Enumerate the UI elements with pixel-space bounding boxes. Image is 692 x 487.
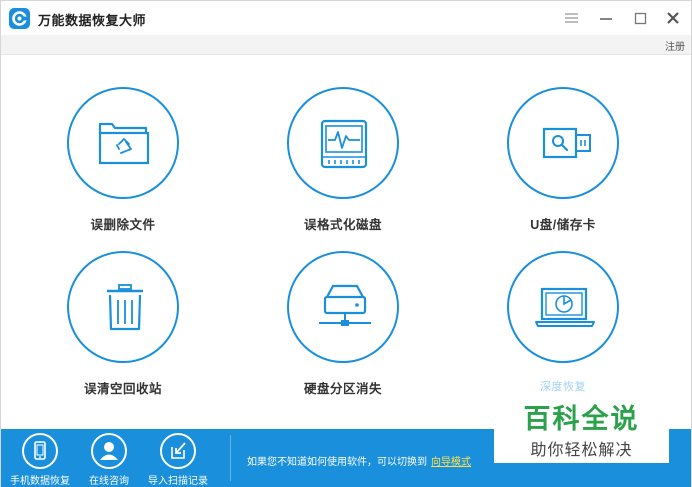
maximize-icon[interactable] bbox=[628, 7, 652, 29]
tile-label: 误清空回收站 bbox=[83, 382, 162, 396]
sub-toolbar: 注册 bbox=[1, 35, 691, 55]
tile-circle bbox=[287, 251, 399, 363]
tile-emptied-recycle-bin[interactable]: 误清空回收站 bbox=[53, 251, 193, 397]
tile-formatted-disk[interactable]: 误格式化磁盘 bbox=[273, 87, 413, 233]
bottom-ring bbox=[91, 433, 127, 469]
close-icon[interactable] bbox=[661, 7, 685, 29]
tile-label: 硬盘分区消失 bbox=[303, 382, 382, 396]
trash-bin-icon bbox=[107, 284, 143, 331]
tile-deleted-files[interactable]: 误删除文件 bbox=[53, 87, 193, 233]
tile-circle bbox=[67, 87, 179, 199]
phone-recovery-button[interactable]: 手机数据恢复 bbox=[5, 433, 75, 487]
tile-circle bbox=[507, 87, 619, 199]
tile-label: U盘/储存卡 bbox=[530, 218, 596, 232]
tile-usb-card[interactable]: U盘/储存卡 bbox=[493, 87, 633, 233]
import-icon bbox=[171, 442, 186, 459]
bottom-ring bbox=[160, 433, 196, 469]
mode-tip: 如果您不知道如何使用软件，可以切换到 向导模式 bbox=[247, 453, 471, 468]
bottom-item-label: 手机数据恢复 bbox=[10, 476, 70, 487]
app-title: 万能数据恢复大师 bbox=[38, 13, 147, 28]
watermark-title: 百科全说 bbox=[523, 404, 640, 434]
title-bar: 万能数据恢复大师 bbox=[1, 1, 691, 35]
guide-mode-link[interactable]: 向导模式 bbox=[431, 457, 471, 468]
tile-label: 深度恢复 bbox=[540, 381, 586, 393]
tile-circle bbox=[507, 251, 619, 363]
watermark-subtitle: 助你轻松解决 bbox=[530, 442, 633, 459]
recycle-folder-icon bbox=[98, 122, 150, 165]
tile-circle bbox=[67, 251, 179, 363]
import-scan-record-button[interactable]: 导入扫描记录 bbox=[143, 433, 213, 487]
disk-pulse-icon bbox=[320, 119, 368, 169]
usb-drive-icon bbox=[542, 127, 591, 159]
register-link[interactable]: 注册 bbox=[665, 38, 685, 53]
bottom-item-label: 导入扫描记录 bbox=[148, 476, 208, 487]
mode-tip-text: 如果您不知道如何使用软件，可以切换到 bbox=[247, 457, 427, 468]
laptop-scan-icon bbox=[535, 287, 595, 327]
bottom-item-label: 在线咨询 bbox=[89, 476, 129, 487]
minimize-icon[interactable] bbox=[594, 7, 618, 29]
app-logo-icon bbox=[9, 8, 30, 29]
bottom-ring bbox=[22, 433, 58, 469]
phone-icon bbox=[34, 441, 46, 460]
online-consult-button[interactable]: 在线咨询 bbox=[74, 433, 144, 487]
tile-circle bbox=[287, 87, 399, 199]
tile-label: 误格式化磁盘 bbox=[303, 218, 382, 232]
person-icon bbox=[100, 442, 118, 460]
tile-label: 误删除文件 bbox=[90, 218, 156, 232]
watermark: 百科全说 助你轻松解决 bbox=[494, 395, 669, 463]
tile-deep-recovery[interactable]: 深度恢复 bbox=[493, 251, 633, 394]
menu-icon[interactable] bbox=[559, 7, 583, 29]
network-drive-icon bbox=[319, 284, 371, 326]
bottom-divider bbox=[230, 435, 231, 481]
app-window: 万能数据恢复大师 注册 误删除文件 误格式化磁盘 U盘/储存卡 误清空回收站 硬… bbox=[0, 0, 692, 487]
tile-partition-lost[interactable]: 硬盘分区消失 bbox=[273, 251, 413, 397]
